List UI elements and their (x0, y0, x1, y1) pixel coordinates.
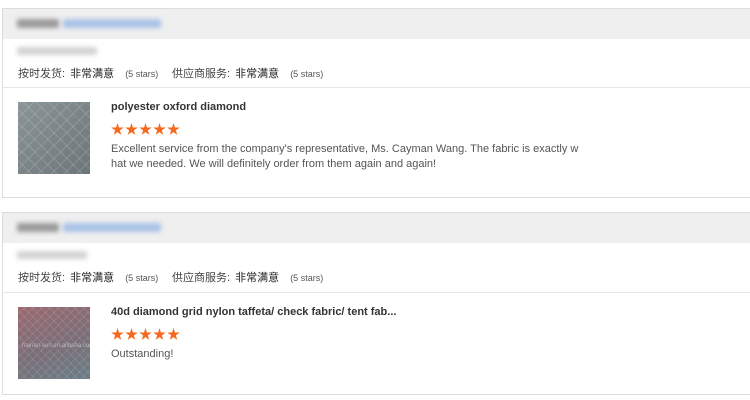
blurred-buyer-info (63, 223, 161, 232)
review-header (3, 9, 750, 39)
supplier-service-label: 供应商服务: (172, 68, 231, 80)
review-header (3, 213, 750, 243)
blurred-buyer-name (17, 223, 59, 232)
star-icon (153, 328, 166, 340)
blurred-buyer-info (63, 19, 161, 28)
star-icon (153, 123, 166, 135)
review-card: 按时发货: 非常满意 (5 stars) 供应商服务: 非常满意 (5 star… (2, 8, 750, 198)
star-icon (167, 328, 180, 340)
thumbnail-watermark: hainan-sun.en.alibaba.com (22, 343, 90, 349)
on-time-delivery-stars: (5 stars) (125, 273, 159, 283)
blurred-buyer-name (17, 19, 59, 28)
star-icon (167, 123, 180, 135)
supplier-service-value: 非常满意 (235, 272, 280, 284)
supplier-service-label: 供应商服务: (172, 272, 231, 284)
review-text: Outstanding! (111, 348, 174, 360)
star-icon (139, 123, 152, 135)
rating-summary: 按时发货: 非常满意 (5 stars) 供应商服务: 非常满意 (5 star… (18, 269, 323, 285)
on-time-delivery-value: 非常满意 (70, 272, 115, 284)
star-rating (111, 328, 180, 341)
star-rating (111, 123, 180, 136)
supplier-service-value: 非常满意 (235, 68, 280, 80)
supplier-service-stars: (5 stars) (290, 69, 324, 79)
product-thumbnail[interactable]: hainan-sun.en.alibaba.com (18, 307, 90, 379)
blurred-review-date (17, 251, 87, 259)
on-time-delivery-label: 按时发货: (18, 272, 66, 284)
rating-summary: 按时发货: 非常满意 (5 stars) 供应商服务: 非常满意 (5 star… (18, 65, 323, 81)
supplier-service-stars: (5 stars) (290, 273, 324, 283)
review-card: 按时发货: 非常满意 (5 stars) 供应商服务: 非常满意 (5 star… (2, 212, 750, 395)
review-text: Excellent service from the company's rep… (111, 143, 579, 170)
star-icon (111, 123, 124, 135)
star-icon (125, 123, 138, 135)
product-title-link[interactable]: 40d diamond grid nylon taffeta/ check fa… (111, 306, 396, 318)
product-title-link[interactable]: polyester oxford diamond (111, 101, 246, 113)
blurred-review-date (17, 47, 97, 55)
on-time-delivery-label: 按时发货: (18, 68, 66, 80)
star-icon (125, 328, 138, 340)
divider (3, 87, 750, 88)
star-icon (139, 328, 152, 340)
divider (3, 292, 750, 293)
star-icon (111, 328, 124, 340)
product-thumbnail[interactable] (18, 102, 90, 174)
on-time-delivery-value: 非常满意 (70, 68, 115, 80)
on-time-delivery-stars: (5 stars) (125, 69, 159, 79)
